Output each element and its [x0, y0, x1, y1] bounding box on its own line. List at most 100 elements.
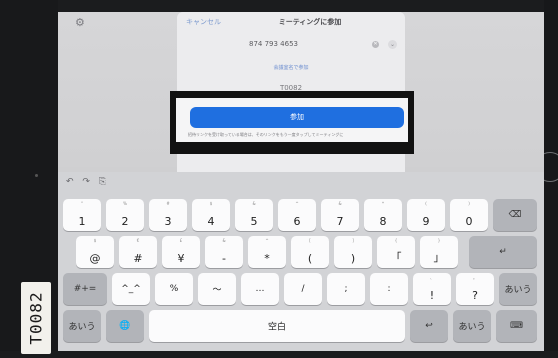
join-by-room-name-link[interactable]: 会議室名で参加: [177, 64, 405, 71]
key-6[interactable]: ^ 6: [278, 199, 316, 231]
key-punct-7-secondary-label: 、: [430, 275, 434, 280]
key-symbol-5-secondary-label: [: [309, 238, 311, 243]
chevron-down-icon[interactable]: ⌄: [388, 40, 397, 49]
key-3-label: 3: [164, 215, 172, 228]
keyboard-toolbar: ↶ ↷ ⎘: [66, 177, 106, 187]
return-key[interactable]: ↵: [469, 236, 537, 268]
key-1[interactable]: ° 1: [63, 199, 101, 231]
key-symbol-4-label: *: [264, 252, 270, 265]
key-symbol-0-secondary-label: $: [93, 238, 97, 243]
key-3[interactable]: #3: [149, 199, 187, 231]
key-2-secondary-label: %: [123, 201, 127, 206]
key-symbol-3-label: -: [222, 252, 226, 265]
key-7-secondary-label: &: [338, 201, 342, 206]
space-key-label: 空白: [267, 322, 286, 333]
key-punct-5-label: ;: [344, 284, 348, 294]
kana-toggle-key[interactable]: あいう: [499, 273, 537, 305]
ipad-bezel-bottom: [0, 351, 558, 358]
key-punct-2[interactable]: 〜: [198, 273, 236, 305]
key-punct-8[interactable]: 。?: [456, 273, 494, 305]
key-symbol-0-label: @: [89, 252, 101, 265]
photo-frame: T0082 ⚙ キャンセル ミーティングに参加 874 793 4653 ✕ ⌄…: [0, 0, 558, 358]
key-punct-8-label: ?: [472, 289, 478, 302]
key-punct-7-label: !: [429, 289, 435, 302]
key-5[interactable]: & 5: [235, 199, 273, 231]
key-punct-4[interactable]: /: [284, 273, 322, 305]
settings-gear-icon[interactable]: ⚙: [75, 16, 85, 29]
key-symbol-6[interactable]: ]): [334, 236, 372, 268]
key-punct-6-label: :: [387, 284, 391, 294]
key-8-label: 8: [379, 215, 387, 228]
clear-icon[interactable]: ✕: [372, 41, 379, 48]
key-symbol-7-secondary-label: {: [394, 238, 398, 243]
key-symbol-6-secondary-label: ]: [352, 238, 354, 243]
kana-mode-key[interactable]: あいう: [63, 310, 101, 342]
key-symbol-5-label: (: [307, 252, 313, 265]
key-punct-5[interactable]: ;: [327, 273, 365, 305]
key-punct-3[interactable]: …: [241, 273, 279, 305]
symbols-toggle-key[interactable]: #+=: [63, 273, 107, 305]
key-punct-4-label: /: [301, 284, 305, 294]
globe-key-label: 🌐: [119, 321, 131, 331]
key-symbol-8[interactable]: }」: [420, 236, 458, 268]
key-4-secondary-label: $: [209, 201, 213, 206]
dialog-header: キャンセル ミーティングに参加: [177, 12, 405, 34]
undo-key[interactable]: ↩: [410, 310, 448, 342]
key-2[interactable]: % 2: [106, 199, 144, 231]
key-0-secondary-label: ): [468, 201, 470, 206]
key-9[interactable]: (9: [407, 199, 445, 231]
key-8[interactable]: * 8: [364, 199, 402, 231]
invite-link-notice: 招待リンクを受け取っている場合は、そのリンクをもう一度タップしてミーティングに: [188, 132, 344, 137]
software-keyboard: ↶ ↷ ⎘ ° 1% 2 #3 $4 & 5 ^ 6 & 7 * 8(9) 0 ⌫ $ @ € # £ ¥ & - ^ *[(]…: [58, 172, 544, 351]
delete-key-label: ⌫: [508, 210, 522, 220]
key-symbol-3[interactable]: & -: [205, 236, 243, 268]
join-button[interactable]: 参加: [190, 107, 404, 128]
key-symbol-4[interactable]: ^ *: [248, 236, 286, 268]
key-symbol-0[interactable]: $ @: [76, 236, 114, 268]
key-punct-3-label: …: [255, 284, 265, 294]
key-5-label: 5: [250, 215, 258, 228]
key-punct-2-label: 〜: [212, 285, 222, 296]
key-punct-1[interactable]: %: [155, 273, 193, 305]
key-8-secondary-label: *: [382, 201, 384, 206]
key-9-secondary-label: (: [425, 201, 427, 206]
key-0[interactable]: ) 0: [450, 199, 488, 231]
key-symbol-1[interactable]: € #: [119, 236, 157, 268]
key-6-label: 6: [293, 215, 301, 228]
hide-keyboard-key[interactable]: ⌨: [496, 310, 537, 342]
key-9-label: 9: [422, 215, 430, 228]
key-punct-6[interactable]: :: [370, 273, 408, 305]
key-7[interactable]: & 7: [321, 199, 359, 231]
space-key[interactable]: 空白: [149, 310, 405, 342]
dialog-title: ミーティングに参加: [278, 18, 342, 26]
key-symbol-2[interactable]: £ ¥: [162, 236, 200, 268]
redo-icon[interactable]: ↷: [82, 177, 90, 187]
kana-mode-key-label: あいう: [68, 322, 96, 333]
symbols-toggle-key-label: #+=: [73, 284, 97, 294]
kana-mode-key-right-label: あいう: [458, 322, 486, 333]
key-symbol-8-secondary-label: }: [437, 238, 441, 243]
kana-toggle-key-label: あいう: [504, 285, 532, 296]
kana-mode-key-right[interactable]: あいう: [453, 310, 491, 342]
paste-icon[interactable]: ⎘: [99, 177, 106, 187]
undo-key-label: ↩: [425, 321, 433, 331]
key-1-secondary-label: °: [81, 201, 83, 206]
key-symbol-7[interactable]: {「: [377, 236, 415, 268]
key-symbol-2-label: ¥: [177, 252, 185, 265]
return-key-label: ↵: [499, 247, 507, 257]
key-punct-7[interactable]: 、!: [413, 273, 451, 305]
key-symbol-4-secondary-label: ^: [265, 238, 269, 243]
key-symbol-1-secondary-label: €: [136, 238, 140, 243]
key-4[interactable]: $4: [192, 199, 230, 231]
delete-key[interactable]: ⌫: [493, 199, 537, 231]
key-punct-0-label: ^_^: [121, 284, 141, 294]
undo-icon[interactable]: ↶: [66, 177, 74, 187]
key-4-label: 4: [207, 215, 215, 228]
meeting-id-field[interactable]: 874 793 4653 ✕ ⌄: [177, 40, 405, 54]
key-symbol-5[interactable]: [(: [291, 236, 329, 268]
key-punct-0[interactable]: ^_^: [112, 273, 150, 305]
ipad-bezel-top: [0, 0, 558, 12]
key-punct-1-label: %: [169, 284, 179, 294]
key-7-label: 7: [336, 215, 344, 228]
globe-key[interactable]: 🌐: [106, 310, 144, 342]
